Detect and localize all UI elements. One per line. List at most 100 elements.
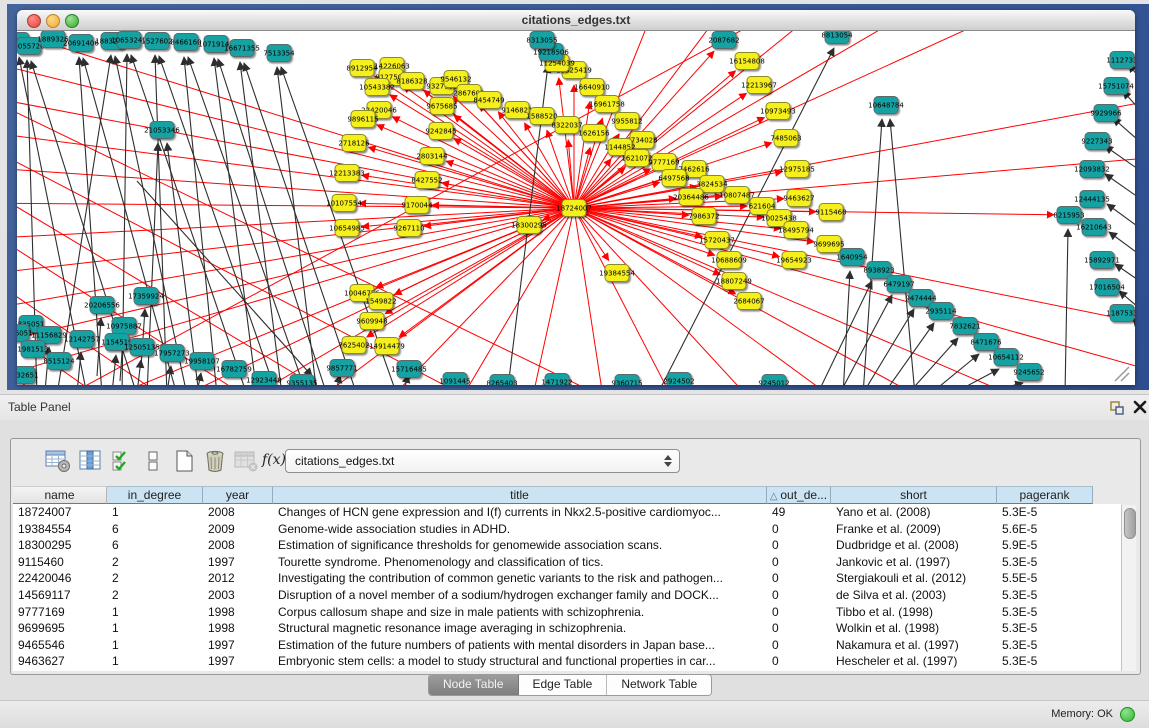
citation-graph[interactable]: 8912954142260639127505105433828186328932… — [17, 31, 1135, 385]
graph-edge[interactable] — [1105, 146, 1135, 181]
graph-edge[interactable] — [277, 67, 317, 385]
graph-node[interactable]: 9955812 — [611, 113, 642, 130]
graph-edge[interactable] — [184, 57, 217, 385]
graph-node[interactable]: 9699695 — [813, 236, 844, 253]
graph-node[interactable]: 1981513 — [17, 341, 48, 358]
graph-node[interactable]: 15892971 — [1084, 252, 1120, 269]
column-header-outde[interactable]: △ out_de... — [767, 486, 831, 504]
graph-node[interactable]: 6479197 — [883, 276, 914, 293]
table-row[interactable]: 946554611997Estimation of the future num… — [13, 637, 1121, 654]
float-panel-icon[interactable] — [1108, 399, 1126, 417]
graph-node[interactable]: 9777169 — [648, 154, 679, 171]
graph-node[interactable]: 2032651 — [17, 367, 39, 384]
select-rows-checklist-icon[interactable] — [111, 449, 137, 473]
graph-node[interactable]: 12923448 — [246, 372, 282, 386]
graph-node[interactable]: 8466160 — [170, 34, 201, 51]
graph-node[interactable]: 10654985 — [329, 220, 365, 237]
graph-node[interactable]: 2684067 — [733, 293, 764, 310]
graph-node[interactable]: 1091445 — [439, 373, 470, 386]
graph-node[interactable]: 1471922 — [541, 374, 572, 386]
graph-edge[interactable] — [1123, 91, 1135, 129]
graph-edge[interactable] — [1133, 318, 1135, 349]
column-header-short[interactable]: short — [831, 486, 997, 504]
graph-node[interactable]: 8265403 — [486, 375, 517, 386]
graph-node[interactable]: 9245652 — [1013, 364, 1044, 381]
graph-edge[interactable] — [883, 323, 934, 385]
graph-edge[interactable] — [559, 78, 574, 208]
memory-status-indicator[interactable] — [1120, 707, 1135, 722]
network-window-titlebar[interactable]: citations_edges.txt — [17, 10, 1135, 31]
graph-node[interactable]: 20206556 — [84, 297, 120, 314]
function-builder-icon[interactable]: f(x) — [262, 452, 286, 468]
graph-edge[interactable] — [17, 256, 202, 385]
graph-node[interactable]: 10973493 — [760, 103, 796, 120]
table-row[interactable]: 969969511998Structural magnetic resonanc… — [13, 620, 1121, 637]
graph-node[interactable]: 7513354 — [263, 45, 295, 62]
graph-node[interactable]: 7986372 — [688, 208, 719, 225]
scrollbar-thumb[interactable] — [1124, 508, 1136, 539]
table-row[interactable]: 1456911722003Disruption of a novel membe… — [13, 587, 1121, 604]
graph-node[interactable]: 17359924 — [128, 288, 164, 305]
graph-node[interactable]: 1187533 — [1106, 305, 1135, 322]
table-row[interactable]: 977716911998Corpus callosum shape and si… — [13, 604, 1121, 621]
graph-edge[interactable] — [17, 59, 574, 208]
graph-node[interactable]: 9355135 — [286, 375, 317, 386]
graph-node[interactable]: 9896115 — [347, 111, 378, 128]
graph-node[interactable]: 9857771 — [326, 360, 357, 377]
window-resize-grip[interactable] — [1111, 365, 1133, 383]
table-row[interactable]: 1830029562008Estimation of significance … — [13, 537, 1121, 554]
graph-node[interactable]: 8313055 — [526, 32, 557, 49]
graph-edge[interactable] — [862, 309, 914, 385]
graph-node[interactable]: 7485063 — [770, 130, 801, 147]
graph-node[interactable]: 9245012 — [758, 375, 789, 386]
graph-node[interactable]: 1549822 — [365, 293, 396, 310]
table-row[interactable]: 1872400712008Changes of HCN gene express… — [13, 504, 1121, 521]
graph-node[interactable]: 15716485 — [391, 361, 427, 378]
graph-node[interactable]: 7832621 — [949, 318, 980, 335]
graph-node[interactable]: 8427552 — [411, 172, 442, 189]
graph-node[interactable]: 9609948 — [356, 313, 387, 330]
graph-node[interactable]: 10654112 — [988, 349, 1024, 366]
graph-node[interactable]: 1112733 — [1106, 52, 1135, 69]
table-row[interactable]: 2242004622012Investigating the contribut… — [13, 570, 1121, 587]
graph-node[interactable]: 9929966 — [1090, 105, 1122, 122]
graph-node[interactable]: 8515124 — [43, 353, 75, 370]
graph-node[interactable]: 8215953 — [1053, 207, 1084, 224]
graph-node[interactable]: 12093832 — [1074, 161, 1110, 178]
graph-node[interactable]: 9267110 — [393, 220, 424, 237]
column-header-title[interactable]: title — [273, 486, 767, 504]
graph-node[interactable]: 10975887 — [106, 318, 142, 335]
graph-edge[interactable] — [574, 208, 607, 385]
graph-node[interactable]: 1527602 — [141, 33, 172, 50]
graph-node[interactable]: 12213967 — [741, 77, 777, 94]
new-document-icon[interactable] — [172, 449, 198, 473]
graph-node[interactable]: 10688609 — [711, 252, 747, 269]
graph-node[interactable]: 9170044 — [401, 197, 433, 214]
graph-node[interactable]: 21053346 — [144, 122, 180, 139]
graph-node[interactable]: 9360715 — [611, 375, 642, 386]
graph-node[interactable]: 16782759 — [216, 361, 252, 378]
graph-node[interactable]: 9242845 — [425, 123, 456, 140]
graph-node[interactable]: 2935114 — [925, 303, 957, 320]
graph-edge[interactable] — [1105, 174, 1135, 209]
graph-node[interactable]: 8186328 — [396, 73, 427, 90]
graph-edge[interactable] — [47, 208, 574, 385]
graph-edge[interactable] — [454, 139, 574, 208]
graph-node[interactable]: 12444135 — [1074, 191, 1110, 208]
graph-node[interactable]: 14914479 — [369, 338, 405, 355]
graph-node[interactable]: 16640910 — [574, 79, 610, 96]
graph-node[interactable]: 2803144 — [416, 148, 448, 165]
graph-node[interactable]: 2718126 — [338, 135, 370, 152]
graph-edge[interactable] — [574, 208, 1135, 379]
graph-node[interactable]: 9115460 — [815, 204, 846, 221]
table-settings-icon[interactable] — [45, 449, 71, 473]
table-row[interactable]: 911546021997Tourette syndrome. Phenomeno… — [13, 554, 1121, 571]
graph-node[interactable]: 9675685 — [426, 98, 457, 115]
graph-edge[interactable] — [527, 208, 574, 385]
column-header-pagerank[interactable]: pagerank — [997, 486, 1093, 504]
tab-network-table[interactable]: Network Table — [607, 675, 711, 695]
graph-edge[interactable] — [167, 366, 171, 385]
graph-edge[interactable] — [17, 95, 574, 208]
graph-node[interactable]: 7625402 — [338, 337, 369, 354]
select-column-icon[interactable] — [78, 449, 104, 473]
